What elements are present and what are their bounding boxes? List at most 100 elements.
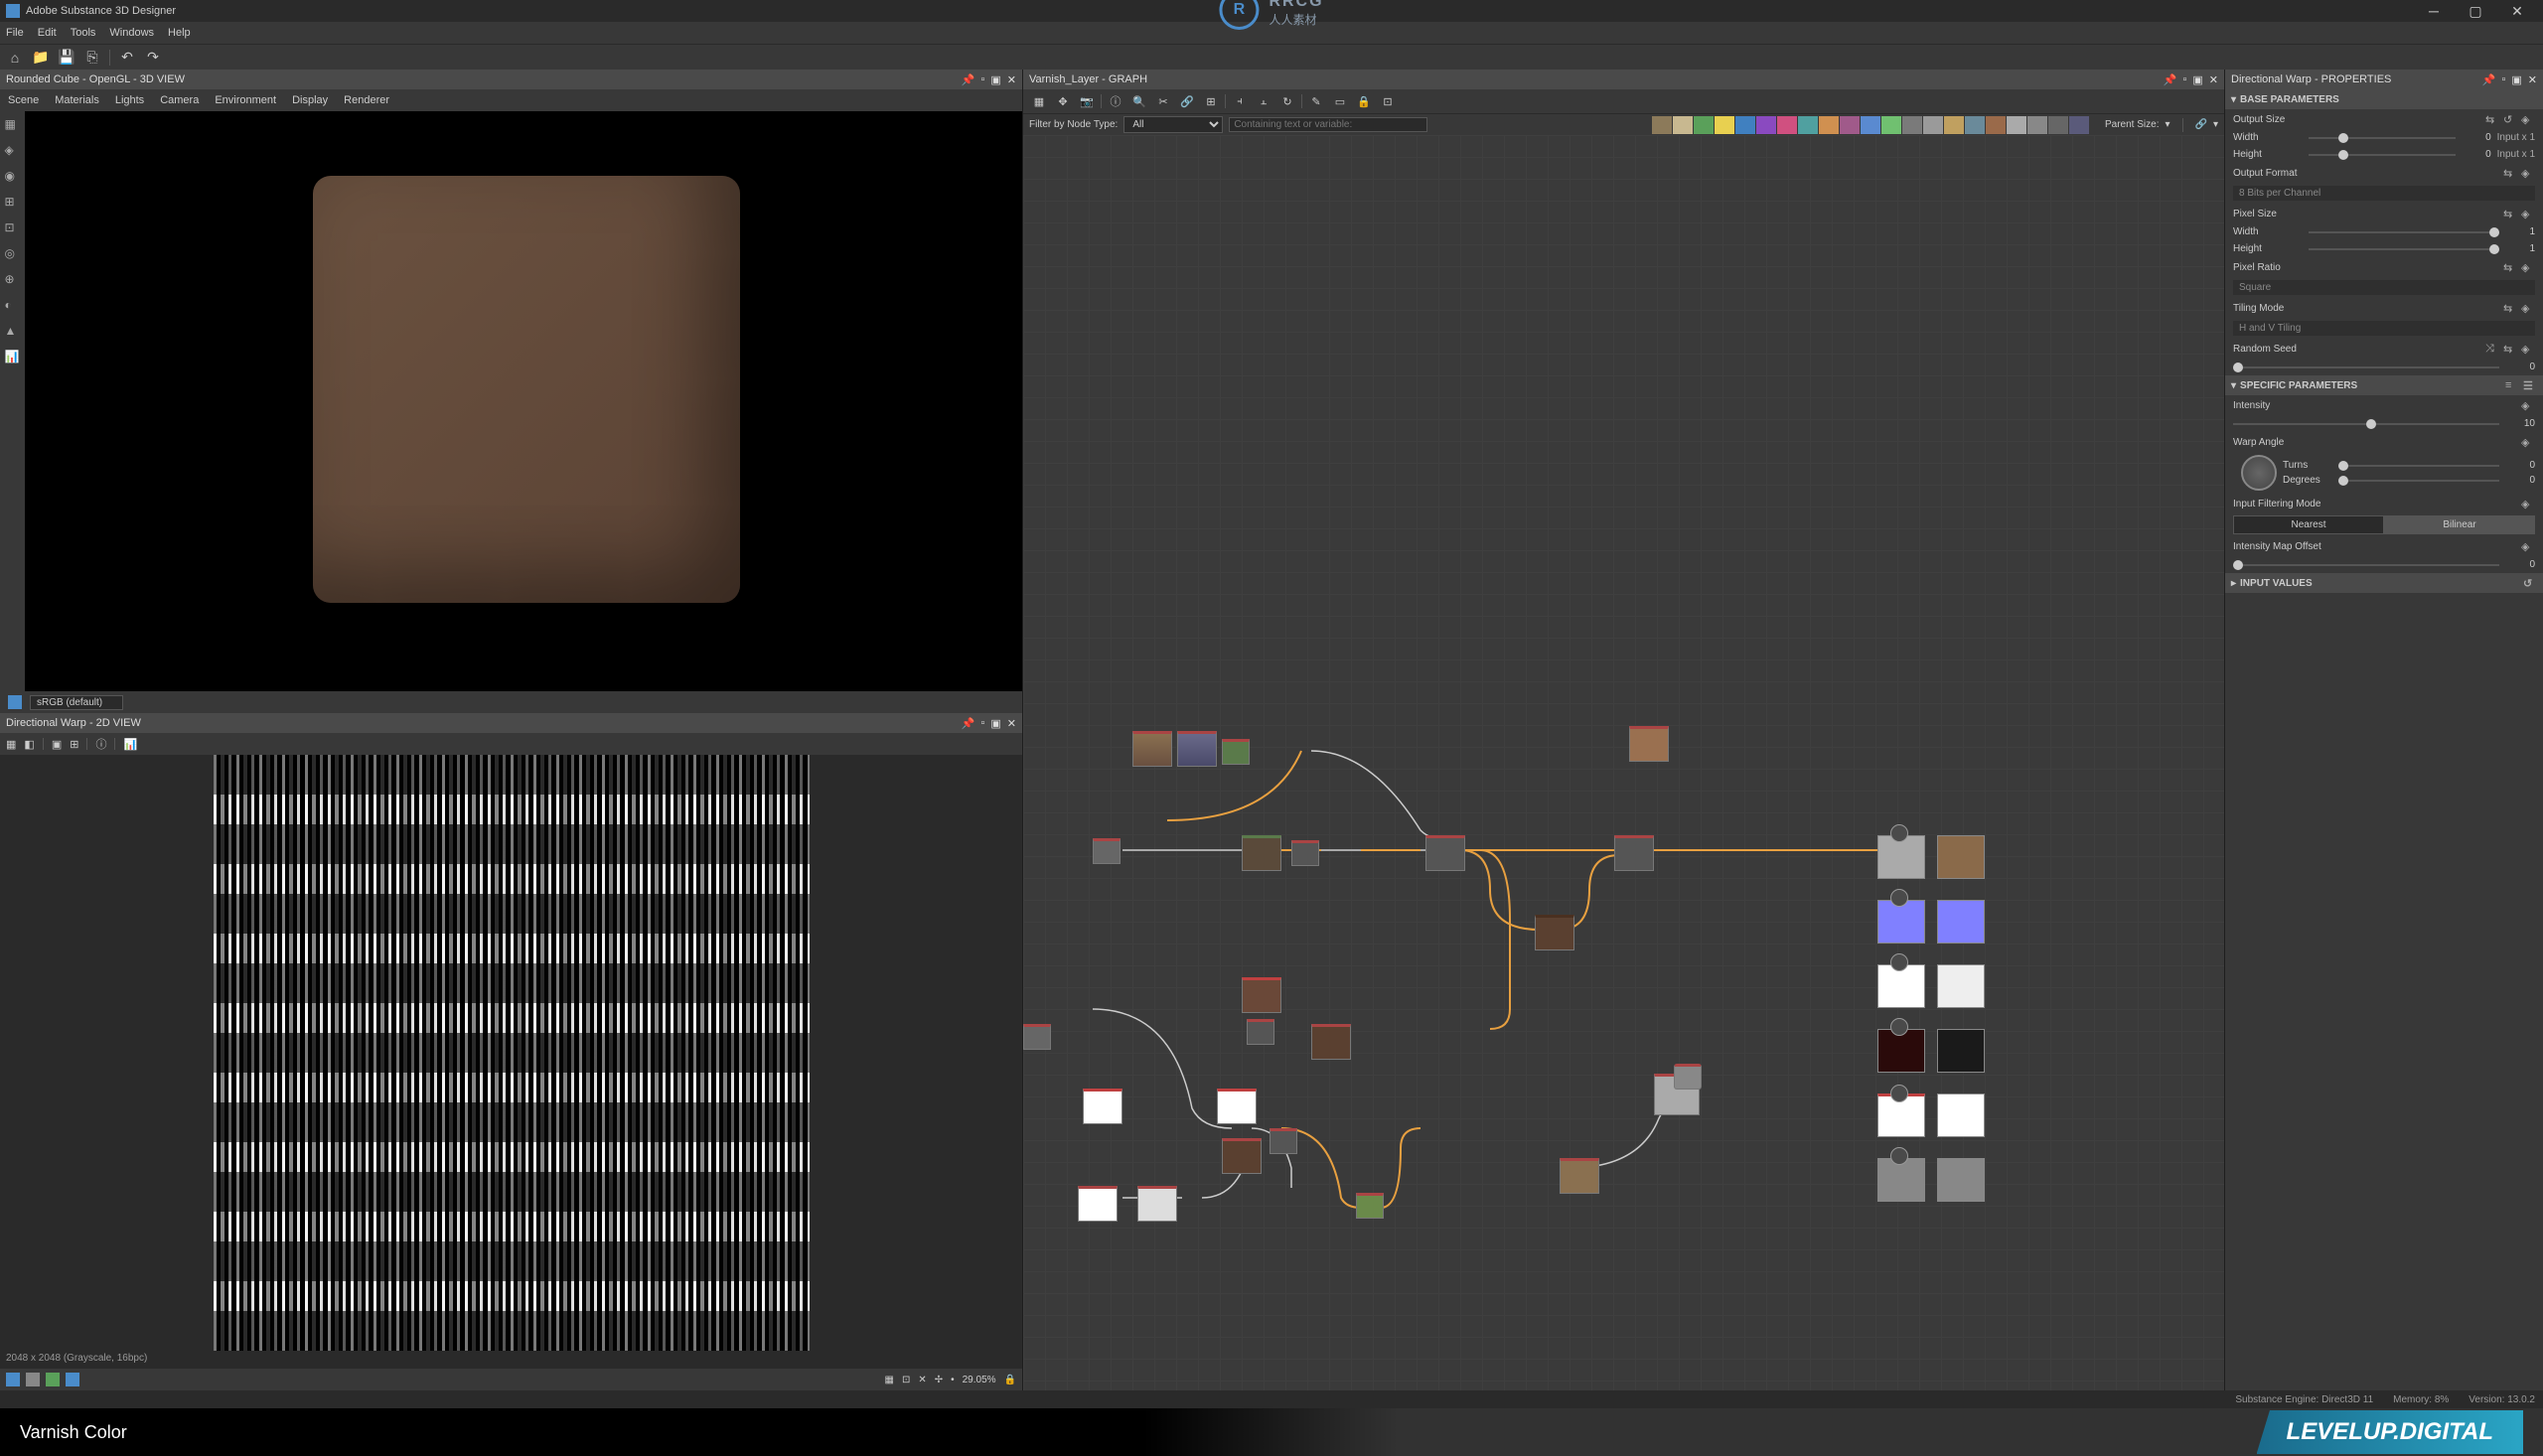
tab-renderer[interactable]: Renderer — [344, 94, 389, 106]
graph-info-icon[interactable]: ⓘ — [1106, 91, 1125, 111]
menu-file[interactable]: File — [6, 27, 24, 39]
output-node[interactable] — [1937, 1093, 1985, 1137]
view2d-tool-2-icon[interactable]: ◧ — [24, 738, 34, 751]
link-icon[interactable]: ⇆ — [2503, 343, 2517, 355]
link-icon[interactable]: ⇆ — [2503, 302, 2517, 314]
filter-type-dropdown[interactable]: All — [1123, 116, 1223, 133]
output-node-metallic[interactable] — [1877, 1029, 1925, 1073]
maximize-panel-icon[interactable]: ▣ — [990, 73, 1000, 86]
graph-node[interactable] — [1270, 1128, 1297, 1154]
graph-refresh-icon[interactable]: ↻ — [1277, 91, 1297, 111]
tab-display[interactable]: Display — [292, 94, 328, 106]
color-swatch[interactable] — [1986, 116, 2006, 134]
parent-size-icon[interactable]: ▾ — [2165, 119, 2169, 130]
tiling-mode-value[interactable]: H and V Tiling — [2233, 321, 2535, 336]
link-icon[interactable]: ⇆ — [2503, 261, 2517, 273]
reset-icon[interactable]: ↺ — [2523, 577, 2537, 589]
rail-tool-10-icon[interactable]: 📊 — [5, 350, 21, 365]
maximize-graph-icon[interactable]: ▣ — [2192, 73, 2202, 86]
view2d-tool-5-icon[interactable]: ⓘ — [95, 736, 106, 752]
color-swatch[interactable] — [1694, 116, 1714, 134]
tab-lights[interactable]: Lights — [115, 94, 144, 106]
close-panel-icon[interactable]: ✕ — [1007, 73, 1016, 86]
seed-value[interactable]: 0 — [2505, 362, 2535, 372]
graph-align-v-icon[interactable]: ⫠ — [1254, 91, 1273, 111]
rail-tool-3-icon[interactable]: ◉ — [5, 169, 21, 185]
maximize-props-icon[interactable]: ▣ — [2511, 73, 2521, 86]
section-specific-params[interactable]: ▾SPECIFIC PARAMETERS ≡☰ — [2225, 375, 2543, 395]
graph-node[interactable] — [1674, 1064, 1702, 1090]
output-format-value[interactable]: 8 Bits per Channel — [2233, 186, 2535, 201]
px-height-slider[interactable] — [2309, 248, 2499, 250]
view2d-tool-1-icon[interactable]: ▦ — [6, 738, 16, 751]
color-swatch[interactable] — [1944, 116, 1964, 134]
color-swatch[interactable] — [2048, 116, 2068, 134]
menu-edit[interactable]: Edit — [38, 27, 57, 39]
height-slider[interactable] — [2309, 154, 2456, 156]
color-swatch[interactable] — [1777, 116, 1797, 134]
color-swatch[interactable] — [1861, 116, 1880, 134]
graph-node[interactable] — [1311, 1024, 1351, 1060]
close-button[interactable]: ✕ — [2497, 0, 2537, 22]
graph-node[interactable] — [1614, 835, 1654, 871]
color-swatch[interactable] — [1735, 116, 1755, 134]
bilinear-button[interactable]: Bilinear — [2384, 515, 2535, 534]
zoom-lock-icon[interactable]: 🔒 — [1004, 1375, 1016, 1385]
graph-select-icon[interactable]: ▦ — [1029, 91, 1049, 111]
width-slider[interactable] — [2309, 137, 2456, 139]
rail-tool-8-icon[interactable]: ◐ — [5, 298, 21, 314]
section-input-values[interactable]: ▸INPUT VALUES ↺ — [2225, 573, 2543, 593]
rail-tool-9-icon[interactable]: ▲ — [5, 324, 21, 340]
reset-icon[interactable]: ↺ — [2503, 113, 2517, 125]
graph-node[interactable] — [1023, 1024, 1051, 1050]
zoom-x-icon[interactable]: ✕ — [918, 1375, 926, 1385]
graph-link-btn-icon[interactable]: 🔗 — [2195, 119, 2207, 130]
menu-tools[interactable]: Tools — [71, 27, 96, 39]
graph-camera-icon[interactable]: 📷 — [1077, 91, 1097, 111]
open-icon[interactable]: 📁 — [32, 49, 50, 67]
degrees-value[interactable]: 0 — [2505, 475, 2535, 486]
zoom-dot-icon[interactable]: • — [951, 1375, 955, 1385]
seed-slider[interactable] — [2233, 366, 2499, 368]
intensity-slider[interactable] — [2233, 423, 2499, 425]
color-swatch[interactable] — [1902, 116, 1922, 134]
swatch-icon-4[interactable] — [66, 1373, 79, 1386]
color-swatch[interactable] — [1652, 116, 1672, 134]
zoom-plus-icon[interactable]: ✢ — [935, 1375, 943, 1385]
color-swatch[interactable] — [1965, 116, 1985, 134]
degrees-slider[interactable] — [2338, 480, 2499, 482]
expose-icon[interactable]: ◈ — [2521, 208, 2535, 219]
zoom-grid-icon[interactable]: ▦ — [884, 1375, 893, 1385]
tab-environment[interactable]: Environment — [215, 94, 276, 106]
pixel-ratio-value[interactable]: Square — [2233, 280, 2535, 295]
graph-node[interactable] — [1291, 840, 1319, 866]
graph-align-h-icon[interactable]: ⫞ — [1230, 91, 1250, 111]
output-node-roughness[interactable] — [1877, 964, 1925, 1008]
pin-2d-icon[interactable]: 📌 — [962, 717, 975, 730]
intensity-value[interactable]: 10 — [2505, 418, 2535, 429]
section-base-params[interactable]: ▾BASE PARAMETERS — [2225, 89, 2543, 109]
tab-materials[interactable]: Materials — [55, 94, 99, 106]
zoom-fit-icon[interactable]: ⊡ — [902, 1375, 910, 1385]
menu-help[interactable]: Help — [168, 27, 191, 39]
rail-tool-5-icon[interactable]: ⊡ — [5, 220, 21, 236]
save-icon[interactable]: 💾 — [58, 49, 75, 67]
link-icon[interactable]: ⇆ — [2503, 208, 2517, 219]
view2d-tool-4-icon[interactable]: ⊞ — [70, 738, 78, 751]
expose-icon[interactable]: ◈ — [2521, 399, 2535, 411]
output-node[interactable] — [1937, 900, 1985, 944]
color-swatch[interactable] — [1923, 116, 1943, 134]
graph-node[interactable] — [1222, 739, 1250, 765]
graph-link-icon[interactable]: 🔗 — [1177, 91, 1197, 111]
view3d-canvas[interactable] — [25, 111, 1022, 691]
maximize-2d-icon[interactable]: ▣ — [990, 717, 1000, 730]
color-swatch[interactable] — [2069, 116, 2089, 134]
expose-icon[interactable]: ◈ — [2521, 113, 2535, 125]
graph-node[interactable] — [1629, 726, 1669, 762]
popout-graph-icon[interactable]: ▫ — [2182, 73, 2186, 86]
graph-pen-icon[interactable]: ✎ — [1306, 91, 1326, 111]
filter-search-input[interactable] — [1229, 117, 1427, 132]
turns-slider[interactable] — [2338, 465, 2499, 467]
color-swatch[interactable] — [1798, 116, 1818, 134]
color-swatch[interactable] — [1756, 116, 1776, 134]
